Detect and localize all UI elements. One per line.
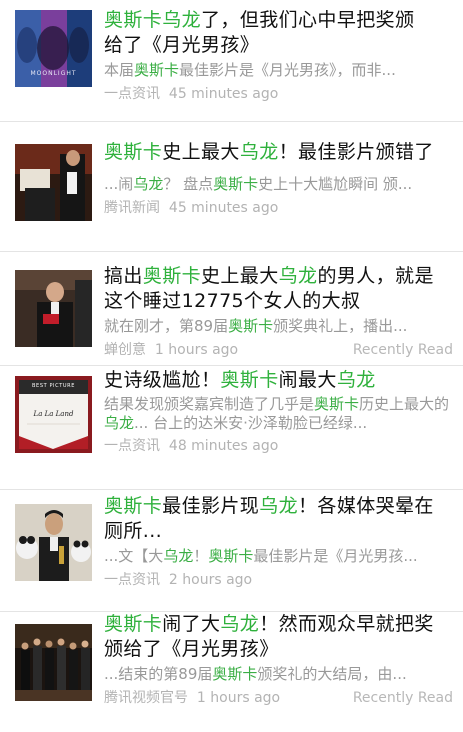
snippet: 就在刚才，第89届奥斯卡颁奖典礼上，播出... xyxy=(104,317,453,336)
card-header-text: BEST PICTURE xyxy=(32,383,75,389)
snippet-text: 历史上最大的 xyxy=(359,395,450,413)
timestamp: 45 minutes ago xyxy=(168,200,279,216)
headline-text: 史诗级尴尬！ xyxy=(104,369,221,391)
snippet: ...闹乌龙？ 盘点奥斯卡史上十大尴尬瞬间 颁... xyxy=(104,175,453,194)
timestamp: 45 minutes ago xyxy=(168,86,279,102)
headline[interactable]: 奥斯卡史上最大乌龙！最佳影片颁错了 xyxy=(104,140,453,165)
list-item[interactable]: BEST PICTURE La La Land 史诗级尴尬！奥斯卡闹最大乌龙 结… xyxy=(0,366,463,490)
list-item[interactable]: 奥斯卡最佳影片现乌龙！各媒体哭晕在厕所... ...文【大乌龙！奥斯卡最佳影片是… xyxy=(0,490,463,612)
timestamp: 2 hours ago xyxy=(168,572,253,588)
source: 一点资讯 xyxy=(104,86,160,102)
keyword: 乌龙 xyxy=(239,141,279,163)
headline-text: 闹了大 xyxy=(162,613,221,635)
snippet-text: ...结束的第89届 xyxy=(104,665,213,683)
snippet: 本届奥斯卡最佳影片是《月光男孩》，而非... xyxy=(104,61,453,80)
recently-read-label: Recently Read xyxy=(352,342,453,358)
timestamp: 48 minutes ago xyxy=(168,438,279,454)
snippet-text: 结果发现颁奖嘉宾制造了几乎是 xyxy=(104,395,315,413)
snippet-text: ... 台上的达米安·沙泽勒脸已经绿... xyxy=(134,414,368,432)
snippet-text: 本届 xyxy=(104,61,135,79)
keyword: 奥斯卡 xyxy=(314,395,360,413)
headline-text: 了，但我们心中早把奖颁 xyxy=(201,9,415,31)
keyword: 奥斯卡 xyxy=(220,369,279,391)
keyword: 奥斯卡 xyxy=(104,495,163,517)
item-meta: 一点资讯 2 hours ago xyxy=(104,571,453,589)
headline[interactable]: 奥斯卡乌龙了，但我们心中早把奖颁给了《月光男孩》 xyxy=(104,8,453,58)
snippet-text: 最佳影片是《月光男孩... xyxy=(253,547,418,565)
thumbnail-moonlight-poster: MOONLIGHT xyxy=(15,10,92,87)
keyword: 乌龙 xyxy=(133,175,164,193)
poster-title: MOONLIGHT xyxy=(30,70,77,77)
headline[interactable]: 奥斯卡闹了大乌龙！然而观众早就把奖颁给了《月光男孩》 xyxy=(104,612,453,662)
source: 一点资讯 xyxy=(104,572,160,588)
source: 一点资讯 xyxy=(104,438,160,454)
snippet: ...结束的第89届奥斯卡颁奖礼的大结局，由... xyxy=(104,665,453,684)
snippet-text: 最佳影片是《月光男孩》，而非... xyxy=(179,61,396,79)
keyword: 乌龙 xyxy=(259,495,299,517)
keyword: 乌龙 xyxy=(220,613,260,635)
snippet-text: 颁奖典礼上，播出... xyxy=(273,317,408,335)
thumbnail-oscar-stage-photo xyxy=(15,144,92,221)
snippet: 结果发现颁奖嘉宾制造了几乎是奥斯卡历史上最大的乌龙... 台上的达米安·沙泽勒脸… xyxy=(104,395,453,433)
keyword: 奥斯卡 xyxy=(104,141,163,163)
source: 腾讯新闻 xyxy=(104,200,160,216)
source: 腾讯视频官号 xyxy=(104,690,188,706)
thumbnail-jackie-chan-photo xyxy=(15,504,92,581)
snippet-text: ？ 盘点 xyxy=(163,175,214,193)
keyword: 奥斯卡 xyxy=(228,317,274,335)
list-item[interactable]: MOONLIGHT 奥斯卡乌龙了，但我们心中早把奖颁 给了《月光男孩》 本届奥斯卡… xyxy=(0,0,463,122)
item-meta: 蝉创意 1 hours ago Recently Read xyxy=(104,341,453,359)
keyword: 乌龙 xyxy=(336,369,376,391)
news-list: MOONLIGHT 奥斯卡乌龙了，但我们心中早把奖颁 给了《月光男孩》 本届奥斯卡… xyxy=(0,0,463,722)
headline-text: 闹最大 xyxy=(278,369,337,391)
keyword: 奥斯卡 xyxy=(104,9,163,31)
timestamp: 1 hours ago xyxy=(154,342,239,358)
list-item[interactable]: 搞出奥斯卡史上最大乌龙的男人，就是这个睡过12775个女人的大叔 就在刚才，第8… xyxy=(0,252,463,366)
keyword: 奥斯卡 xyxy=(142,265,202,287)
snippet-text: 颁奖礼的大结局，由... xyxy=(257,665,407,683)
headline-text: 搞出 xyxy=(104,265,143,287)
snippet-text: ...闹 xyxy=(104,175,134,193)
source: 蝉创意 xyxy=(104,342,146,358)
headline-text: 最佳影片现 xyxy=(162,495,260,517)
keyword: 乌龙 xyxy=(163,547,194,565)
list-item[interactable]: 奥斯卡史上最大乌龙！最佳影片颁错了 ...闹乌龙？ 盘点奥斯卡史上十大尴尬瞬间 … xyxy=(0,122,463,252)
snippet-text: ...文【大 xyxy=(104,547,164,565)
recently-read-label: Recently Read xyxy=(352,690,453,706)
keyword: 奥斯卡 xyxy=(213,175,259,193)
thumbnail-presenter-photo xyxy=(15,270,92,347)
list-item[interactable]: 奥斯卡闹了大乌龙！然而观众早就把奖颁给了《月光男孩》 ...结束的第89届奥斯卡… xyxy=(0,612,463,722)
headline-text: ！最佳影片颁错了 xyxy=(278,141,434,163)
snippet-text: ！ xyxy=(193,547,209,565)
keyword: 乌龙 xyxy=(104,414,135,432)
timestamp: 1 hours ago xyxy=(196,690,281,706)
thumbnail-group-stage-photo xyxy=(15,624,92,701)
keyword: 乌龙 xyxy=(278,265,318,287)
headline[interactable]: 搞出奥斯卡史上最大乌龙的男人，就是这个睡过12775个女人的大叔 xyxy=(104,264,453,314)
snippet-text: 史上十大尴尬瞬间 颁... xyxy=(258,175,413,193)
item-meta: 腾讯视频官号 1 hours ago Recently Read xyxy=(104,689,453,707)
thumbnail-best-picture-card: BEST PICTURE La La Land xyxy=(15,376,92,453)
keyword: 奥斯卡 xyxy=(134,61,180,79)
keyword: 奥斯卡 xyxy=(104,613,163,635)
keyword: 乌龙 xyxy=(162,9,202,31)
card-film-title: La La Land xyxy=(33,410,74,418)
headline-text: 史上最大 xyxy=(201,265,279,287)
item-meta: 一点资讯 48 minutes ago xyxy=(104,437,453,455)
headline[interactable]: 史诗级尴尬！奥斯卡闹最大乌龙 xyxy=(104,368,453,393)
headline-text: 史上最大 xyxy=(162,141,240,163)
keyword: 奥斯卡 xyxy=(208,547,254,565)
snippet: ...文【大乌龙！奥斯卡最佳影片是《月光男孩... xyxy=(104,547,453,566)
headline[interactable]: 奥斯卡最佳影片现乌龙！各媒体哭晕在厕所... xyxy=(104,494,453,544)
snippet-text: 就在刚才，第89届 xyxy=(104,317,229,335)
item-meta: 一点资讯 45 minutes ago xyxy=(104,85,453,103)
keyword: 奥斯卡 xyxy=(212,665,258,683)
headline-text: 给了《月光男孩》 xyxy=(104,34,260,56)
item-meta: 腾讯新闻 45 minutes ago xyxy=(104,199,453,217)
